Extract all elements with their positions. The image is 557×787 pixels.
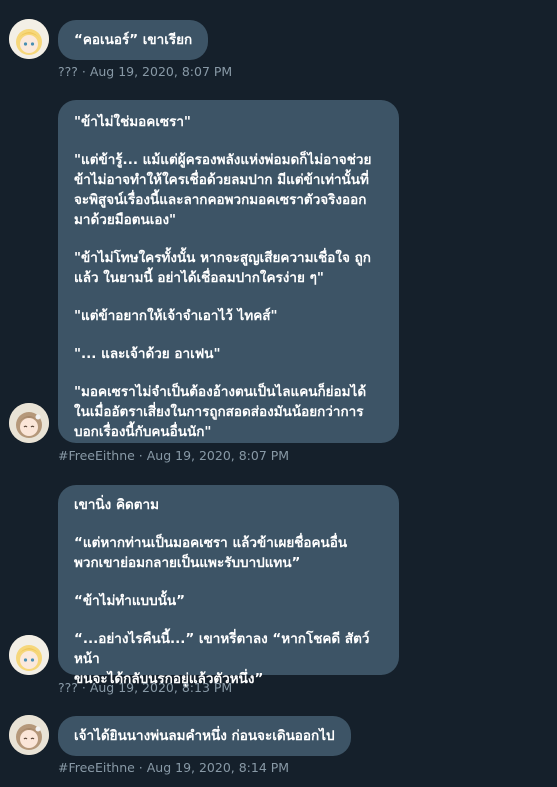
message-text: “คอเนอร์” เขาเรียก — [74, 32, 193, 48]
meta-separator: · — [77, 680, 90, 695]
meta-separator: · — [134, 448, 147, 463]
timestamp: Aug 19, 2020, 8:07 PM — [146, 448, 290, 463]
sender-name[interactable]: ??? — [58, 680, 78, 695]
message-text: "แต่ข้าอยากให้เจ้าจำเอาไว้ ไทคส์" — [74, 308, 278, 324]
brown-hair-girl-avatar-icon[interactable] — [9, 715, 49, 755]
timestamp: Aug 19, 2020, 8:07 PM — [89, 64, 233, 79]
message-meta: #FreeEithne · Aug 19, 2020, 8:14 PM — [58, 760, 289, 775]
sender-name[interactable]: #FreeEithne — [58, 760, 135, 775]
message-text: "ข้าไม่โทษใครทั้งนั้น หากจะสูญเสียความเช… — [74, 250, 371, 286]
message-text: "แต่ข้ารู้... แม้แต่ผู้ครองพลังแห่งพ่อมด… — [74, 152, 372, 228]
message-bubble: เจ้าได้ยินนางพ่นลมคำหนึ่ง ก่อนจะเดินออกไ… — [58, 716, 351, 756]
timestamp: Aug 19, 2020, 8:14 PM — [146, 760, 290, 775]
message-text: “ข้าไม่ทำแบบนั้น” — [74, 593, 186, 609]
message-meta: #FreeEithne · Aug 19, 2020, 8:07 PM — [58, 448, 289, 463]
message-bubble: "ข้าไม่ใช่มอคเซรา" "แต่ข้ารู้... แม้แต่ผ… — [58, 100, 399, 443]
message-text: "... และเจ้าด้วย อาเฟน" — [74, 346, 221, 362]
message-text: "ข้าไม่ใช่มอคเซรา" — [74, 114, 191, 130]
message-bubble: เขานิ่ง คิดตาม “แต่หากท่านเป็นมอคเซรา แล… — [58, 485, 399, 687]
message-text: “แต่หากท่านเป็นมอคเซรา แล้วข้าเผยชื่อคนอ… — [74, 535, 348, 571]
sender-name[interactable]: #FreeEithne — [58, 448, 135, 463]
blonde-girl-avatar-icon[interactable] — [9, 19, 49, 59]
sender-name[interactable]: ??? — [58, 64, 78, 79]
message-text: เจ้าได้ยินนางพ่นลมคำหนึ่ง ก่อนจะเดินออกไ… — [74, 728, 335, 744]
meta-separator: · — [77, 64, 90, 79]
meta-separator: · — [134, 760, 147, 775]
blonde-girl-avatar-icon[interactable] — [9, 635, 49, 675]
message-meta: ??? · Aug 19, 2020, 8:13 PM — [58, 680, 232, 695]
message-text: "มอคเซราไม่จำเป็นต้องอ้างตนเป็นไลแคนก็ย่… — [74, 384, 367, 440]
message-bubble: “คอเนอร์” เขาเรียก — [58, 20, 209, 60]
message-meta: ??? · Aug 19, 2020, 8:07 PM — [58, 64, 232, 79]
brown-hair-girl-avatar-icon[interactable] — [9, 403, 49, 443]
message-text: เขานิ่ง คิดตาม — [74, 497, 159, 513]
timestamp: Aug 19, 2020, 8:13 PM — [89, 680, 233, 695]
